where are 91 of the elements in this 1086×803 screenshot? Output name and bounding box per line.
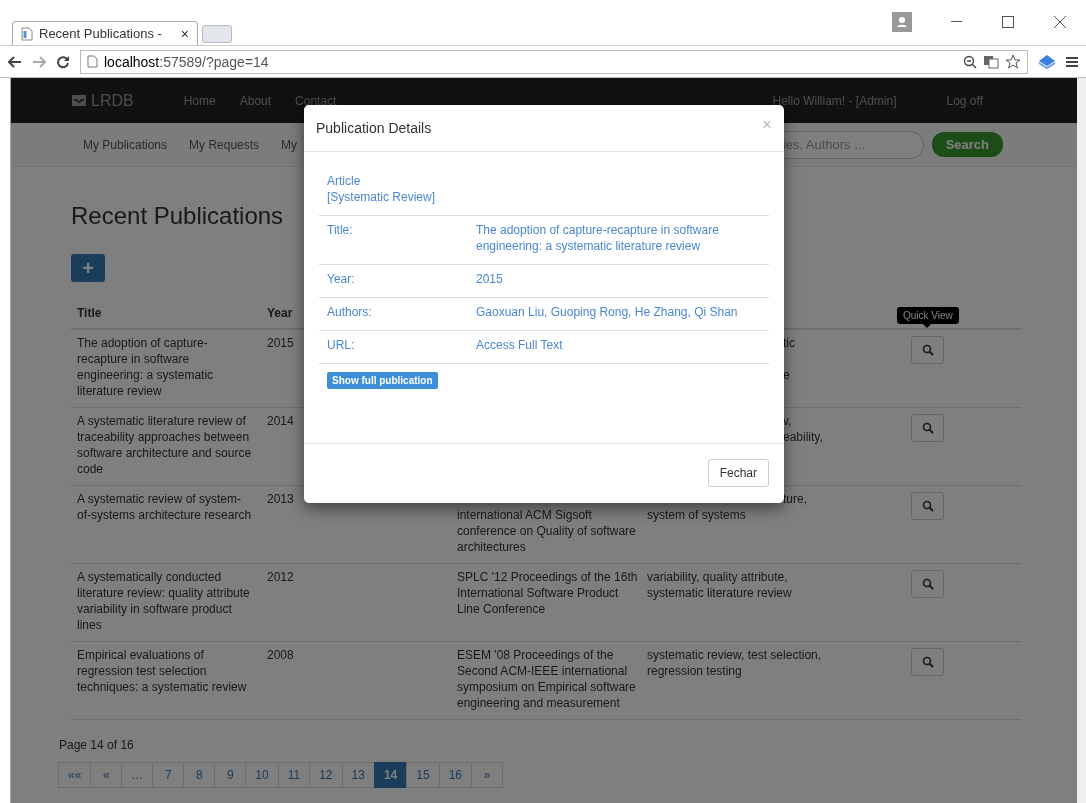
cell-text: e bbox=[782, 367, 790, 383]
page-link[interactable]: «« bbox=[58, 762, 92, 788]
field-value: 2015 bbox=[476, 271, 504, 287]
table-cell: 2014 bbox=[267, 414, 294, 428]
forward-icon[interactable] bbox=[32, 55, 46, 68]
field-label: URL: bbox=[327, 337, 356, 353]
close-button[interactable]: × bbox=[762, 115, 772, 135]
search-icon bbox=[921, 656, 934, 668]
column-header: Title bbox=[76, 305, 103, 322]
close-icon[interactable]: × bbox=[180, 25, 189, 42]
cell-text: tic bbox=[782, 335, 795, 351]
table-cell: systematic review, test selection, regression testing bbox=[647, 648, 822, 678]
page-link[interactable]: « bbox=[90, 762, 123, 788]
greeting-link[interactable]: Hello William! - [Admin] bbox=[772, 93, 897, 108]
page-link[interactable]: 12 bbox=[309, 762, 343, 788]
table-cell: ESEM '08 Proceedings of the Second ACM-IEEE international symposium on Empirical software engineering and measurement bbox=[457, 648, 636, 710]
page-info: Page 14 of 16 bbox=[59, 738, 135, 752]
page-icon bbox=[87, 55, 98, 68]
cell-text: ture, bbox=[782, 491, 807, 507]
page-link[interactable]: 15 bbox=[406, 762, 440, 788]
inbox-icon bbox=[71, 94, 87, 107]
table-cell: 2013 bbox=[267, 492, 294, 506]
logoff-link[interactable]: Log off bbox=[946, 93, 983, 108]
quick-view-button[interactable] bbox=[911, 492, 944, 520]
zoom-icon[interactable] bbox=[963, 54, 977, 69]
search-icon bbox=[921, 422, 934, 434]
field-value: Access Full Text bbox=[476, 337, 564, 353]
url-text: localhost:57589/?page=14 bbox=[104, 53, 269, 70]
quick-view-button[interactable] bbox=[911, 648, 944, 676]
close-button[interactable]: Fechar bbox=[707, 459, 769, 487]
back-icon[interactable] bbox=[8, 55, 22, 68]
quick-view-button[interactable] bbox=[911, 570, 944, 598]
add-button[interactable]: + bbox=[71, 254, 105, 282]
quick-view-button[interactable] bbox=[911, 336, 944, 364]
type-text: Article bbox=[327, 173, 362, 189]
table-cell: variability, quality attribute, systematic literature review bbox=[647, 570, 792, 600]
cell-text: conference on Quality of software bbox=[457, 523, 636, 539]
table-cell: 2015 bbox=[267, 336, 294, 350]
subnav-link[interactable]: My Requests bbox=[189, 137, 260, 152]
search-icon bbox=[921, 578, 934, 590]
table-cell: A systematic literature review of traceability approaches between software architecture and source code bbox=[77, 414, 252, 476]
tab-title: Recent Publications - bbox=[39, 26, 162, 41]
field-value: Gaoxuan Liu, Guoping Rong, He Zhang, Qi Shan bbox=[476, 304, 739, 320]
show-full-button[interactable]: Show full publication bbox=[327, 372, 438, 389]
cell-text: eability, bbox=[782, 429, 823, 445]
table-cell: The adoption of capture-recapture in software engineering: a systematic literature review bbox=[77, 336, 214, 398]
table-cell: A systematically conducted literature review: quality attribute variability in software product lines bbox=[77, 570, 250, 632]
quick-view-button[interactable] bbox=[911, 414, 944, 442]
page-link[interactable]: 16 bbox=[438, 762, 472, 788]
table-cell: A systematic review of system-of-systems architecture research bbox=[77, 492, 252, 522]
page-link[interactable]: … bbox=[121, 762, 154, 788]
nav-link[interactable]: Home bbox=[183, 93, 216, 108]
cell-text: architectures bbox=[457, 539, 526, 555]
page-link[interactable]: 7 bbox=[152, 762, 185, 788]
extension-icon[interactable] bbox=[1038, 53, 1056, 70]
field-label: Year: bbox=[327, 271, 356, 287]
table-cell: SPLC '12 Proceedings of the 16th International Software Product Line Conference bbox=[457, 570, 638, 616]
reload-icon[interactable] bbox=[56, 54, 70, 69]
field-value: The adoption of capture-recapture in software engineering: a systematic literature review bbox=[476, 222, 720, 254]
page-link[interactable]: » bbox=[471, 762, 503, 788]
search-icon bbox=[921, 344, 934, 356]
star-icon[interactable] bbox=[1005, 53, 1021, 70]
field-label: Title: bbox=[327, 222, 354, 239]
page-heading: Recent Publications bbox=[71, 202, 284, 230]
user-icon[interactable] bbox=[892, 12, 912, 32]
page-icon bbox=[21, 26, 33, 41]
search-icon bbox=[921, 500, 934, 512]
table-cell: 2008 bbox=[267, 648, 294, 662]
modal-title: Publication Details bbox=[316, 120, 432, 136]
page-link[interactable]: 10 bbox=[245, 762, 279, 788]
scrollbar[interactable] bbox=[1077, 78, 1086, 803]
brand-link[interactable]: LRDB bbox=[91, 91, 134, 110]
page-link[interactable]: 9 bbox=[214, 762, 247, 788]
page-link[interactable]: 14 bbox=[373, 762, 408, 788]
cell-text: international ACM Sigsoft bbox=[457, 507, 592, 523]
subnav-link[interactable]: My Publications bbox=[83, 137, 168, 152]
menu-icon[interactable] bbox=[1066, 55, 1078, 68]
category-text: [Systematic Review] bbox=[327, 189, 437, 205]
table-cell: Empirical evaluations of regression test selection techniques: a systematic review bbox=[77, 648, 247, 694]
browser-tab[interactable]: Recent Publications - × bbox=[12, 21, 198, 45]
field-label: Authors: bbox=[327, 304, 373, 320]
cell-text: system of systems bbox=[647, 507, 746, 523]
search-button[interactable]: Search bbox=[931, 132, 1003, 157]
page-link[interactable]: 8 bbox=[183, 762, 216, 788]
address-bar[interactable]: localhost:57589/?page=14 bbox=[80, 49, 1028, 74]
table-cell: 2012 bbox=[267, 570, 294, 584]
subnav-link[interactable]: My bbox=[281, 137, 298, 152]
page-link[interactable]: 13 bbox=[341, 762, 375, 788]
nav-link[interactable]: Contact bbox=[295, 93, 337, 108]
nav-link[interactable]: About bbox=[239, 93, 272, 108]
translate-icon[interactable] bbox=[983, 54, 999, 69]
